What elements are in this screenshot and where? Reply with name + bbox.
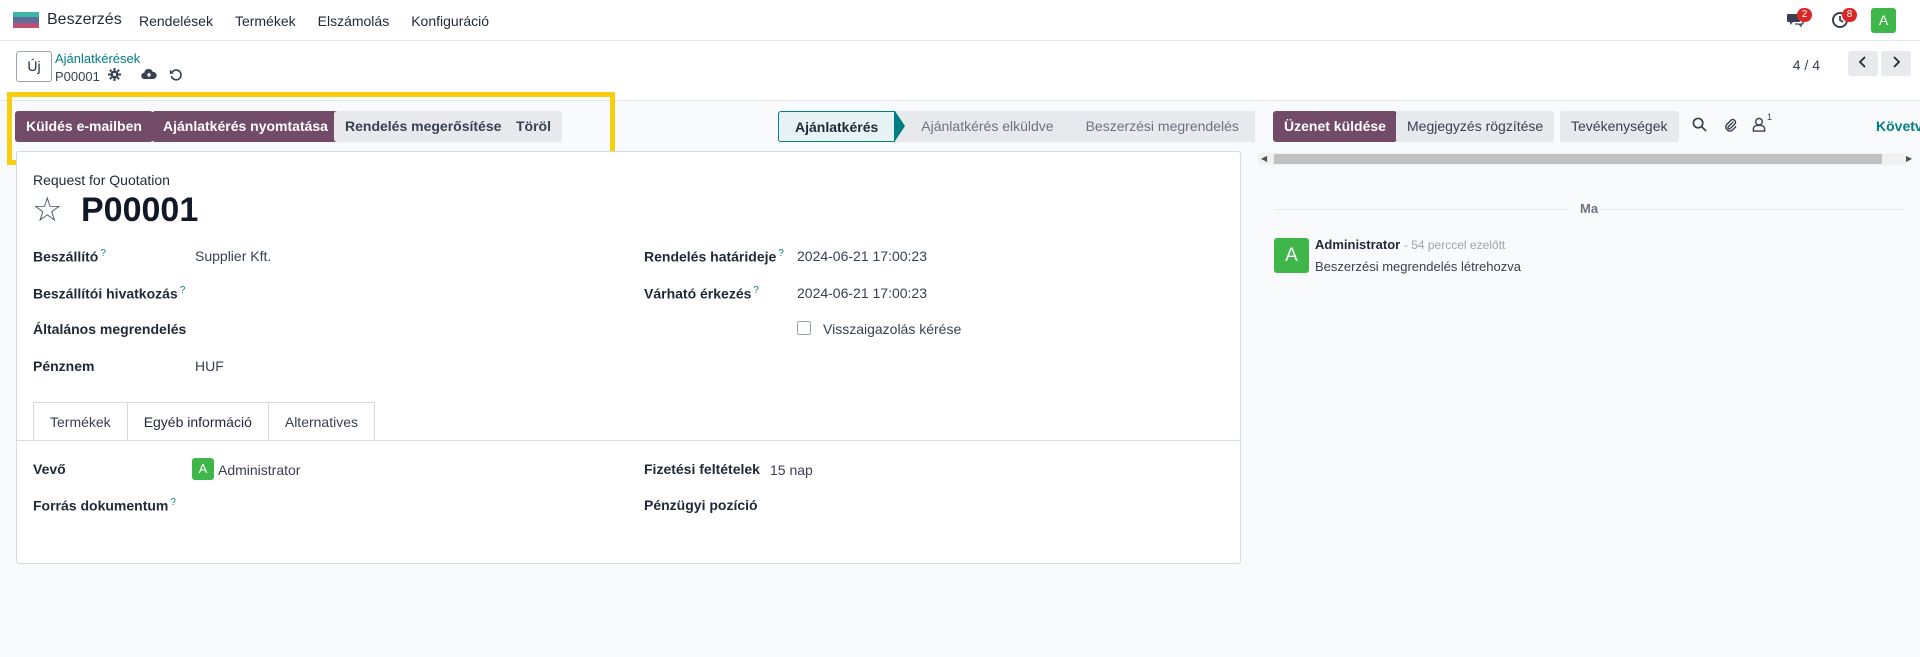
- help-icon[interactable]: ?: [170, 497, 176, 508]
- paperclip-icon[interactable]: [1723, 117, 1738, 136]
- followers-count: 1: [1767, 112, 1773, 122]
- scrollbar-thumb[interactable]: [1274, 154, 1882, 164]
- send-message-button[interactable]: Üzenet küldése: [1273, 111, 1397, 142]
- message-header: Administrator - 54 perccel ezelőtt: [1315, 237, 1505, 252]
- field-label-expected-arrival: Várható érkezés?: [644, 285, 759, 302]
- send-email-button[interactable]: Küldés e-mailben: [15, 111, 153, 142]
- menu-item-products[interactable]: Termékek: [235, 13, 296, 29]
- chevron-right-icon: [1893, 56, 1901, 68]
- help-icon[interactable]: ?: [180, 285, 186, 296]
- field-label-vendor-reference: Beszállítói hivatkozás?: [33, 285, 186, 302]
- scroll-right-arrow-icon[interactable]: ▶: [1906, 153, 1912, 165]
- field-label-currency: Pénznem: [33, 358, 95, 374]
- field-label-vendor: Beszállító?: [33, 248, 106, 265]
- field-label-payment-terms: Fizetési feltételek: [644, 461, 760, 477]
- user-avatar[interactable]: A: [1871, 8, 1896, 33]
- menu-item-reporting[interactable]: Elszámolás: [318, 13, 390, 29]
- field-label-blanket-order: Általános megrendelés: [33, 321, 187, 337]
- field-expected-arrival-value[interactable]: 2024-06-21 17:00:23: [797, 285, 927, 301]
- breadcrumb-current: P00001: [55, 68, 182, 84]
- log-note-button[interactable]: Megjegyzés rögzítése: [1396, 111, 1555, 142]
- activities-badge: 8: [1842, 8, 1857, 22]
- message-body: Beszerzési megrendelés létrehozva: [1315, 259, 1521, 274]
- field-order-deadline-value[interactable]: 2024-06-21 17:00:23: [797, 248, 927, 264]
- current-record-name: P00001: [55, 68, 100, 84]
- scroll-left-arrow-icon[interactable]: ◀: [1261, 153, 1267, 165]
- help-icon[interactable]: ?: [778, 248, 784, 259]
- activities-button[interactable]: Tevékenységek: [1560, 111, 1679, 142]
- tab-products[interactable]: Termékek: [33, 402, 128, 440]
- message-time: - 54 perccel ezelőtt: [1403, 238, 1506, 252]
- main-menu: Rendelések Termékek Elszámolás Konfigurá…: [139, 13, 489, 29]
- save-cloud-icon[interactable]: [141, 68, 157, 84]
- app-name[interactable]: Beszerzés: [47, 11, 122, 29]
- field-blanket-order-input[interactable]: [195, 321, 615, 339]
- pager-value[interactable]: 4 / 4: [1793, 57, 1820, 73]
- following-button[interactable]: Követve: [1876, 118, 1920, 134]
- confirm-order-button[interactable]: Rendelés megerősítése: [334, 111, 513, 142]
- date-divider-right: [1600, 209, 1905, 210]
- top-navbar: Beszerzés Rendelések Termékek Elszámolás…: [0, 0, 1920, 41]
- search-icon[interactable]: [1692, 117, 1707, 136]
- pager-previous-button[interactable]: [1848, 51, 1878, 76]
- record-title: P00001: [81, 191, 199, 229]
- tab-alternatives[interactable]: Alternatives: [267, 402, 376, 440]
- ask-confirmation-label[interactable]: Visszaigazolás kérése: [823, 321, 961, 337]
- stage-rfq-sent[interactable]: Ajánlatkérés elküldve: [895, 111, 1070, 142]
- chevron-left-icon: [1858, 56, 1866, 68]
- new-button[interactable]: Új: [16, 51, 52, 82]
- followers-icon[interactable]: 1: [1752, 112, 1772, 136]
- stage-arrow: [895, 111, 906, 141]
- field-label-fiscal-position: Pénzügyi pozíció: [644, 497, 758, 513]
- tab-other-info[interactable]: Egyéb információ: [126, 402, 269, 441]
- tab-divider: [16, 440, 1241, 441]
- date-divider-left: [1274, 209, 1569, 210]
- cancel-button[interactable]: Töröl: [505, 111, 562, 142]
- messages-icon[interactable]: 2: [1786, 8, 1812, 31]
- stage-rfq[interactable]: Ajánlatkérés: [778, 111, 896, 142]
- field-label-buyer: Vevő: [33, 461, 66, 477]
- star-icon[interactable]: ☆: [32, 193, 62, 227]
- app-logo-icon[interactable]: [13, 12, 39, 28]
- status-bar: Ajánlatkérés Ajánlatkérés elküldve Besze…: [778, 111, 1255, 142]
- help-icon[interactable]: ?: [100, 248, 106, 259]
- message-author-avatar[interactable]: A: [1274, 238, 1309, 273]
- activities-clock-icon[interactable]: 8: [1831, 8, 1857, 31]
- ask-confirmation-checkbox[interactable]: [797, 321, 811, 335]
- gear-icon[interactable]: [107, 68, 121, 84]
- breadcrumb-rfq-list[interactable]: Ajánlatkérések: [55, 51, 140, 66]
- messages-badge: 2: [1797, 8, 1812, 22]
- field-payment-terms-value[interactable]: 15 nap: [770, 462, 813, 478]
- menu-item-configuration[interactable]: Konfiguráció: [411, 13, 489, 29]
- help-icon[interactable]: ?: [753, 285, 759, 296]
- field-label-source-document: Forrás dokumentum?: [33, 497, 176, 514]
- document-type-label: Request for Quotation: [33, 172, 170, 188]
- date-separator: Ma: [1580, 201, 1599, 216]
- message-author[interactable]: Administrator: [1315, 237, 1400, 252]
- pager-next-button[interactable]: [1881, 51, 1911, 76]
- field-buyer-value[interactable]: Administrator: [218, 462, 300, 478]
- field-label-order-deadline: Rendelés határideje?: [644, 248, 784, 265]
- menu-item-orders[interactable]: Rendelések: [139, 13, 213, 29]
- print-rfq-button[interactable]: Ajánlatkérés nyomtatása: [152, 111, 339, 142]
- field-currency-value[interactable]: HUF: [195, 358, 224, 374]
- notebook-tabs: Termékek Egyéb információ Alternatives: [33, 402, 376, 441]
- field-vendor-value[interactable]: Supplier Kft.: [195, 248, 271, 264]
- discard-undo-icon[interactable]: [169, 68, 182, 84]
- buyer-avatar: A: [192, 458, 214, 480]
- stage-purchase-order[interactable]: Beszerzési megrendelés: [1069, 111, 1255, 142]
- field-vendor-reference-input[interactable]: [195, 285, 615, 303]
